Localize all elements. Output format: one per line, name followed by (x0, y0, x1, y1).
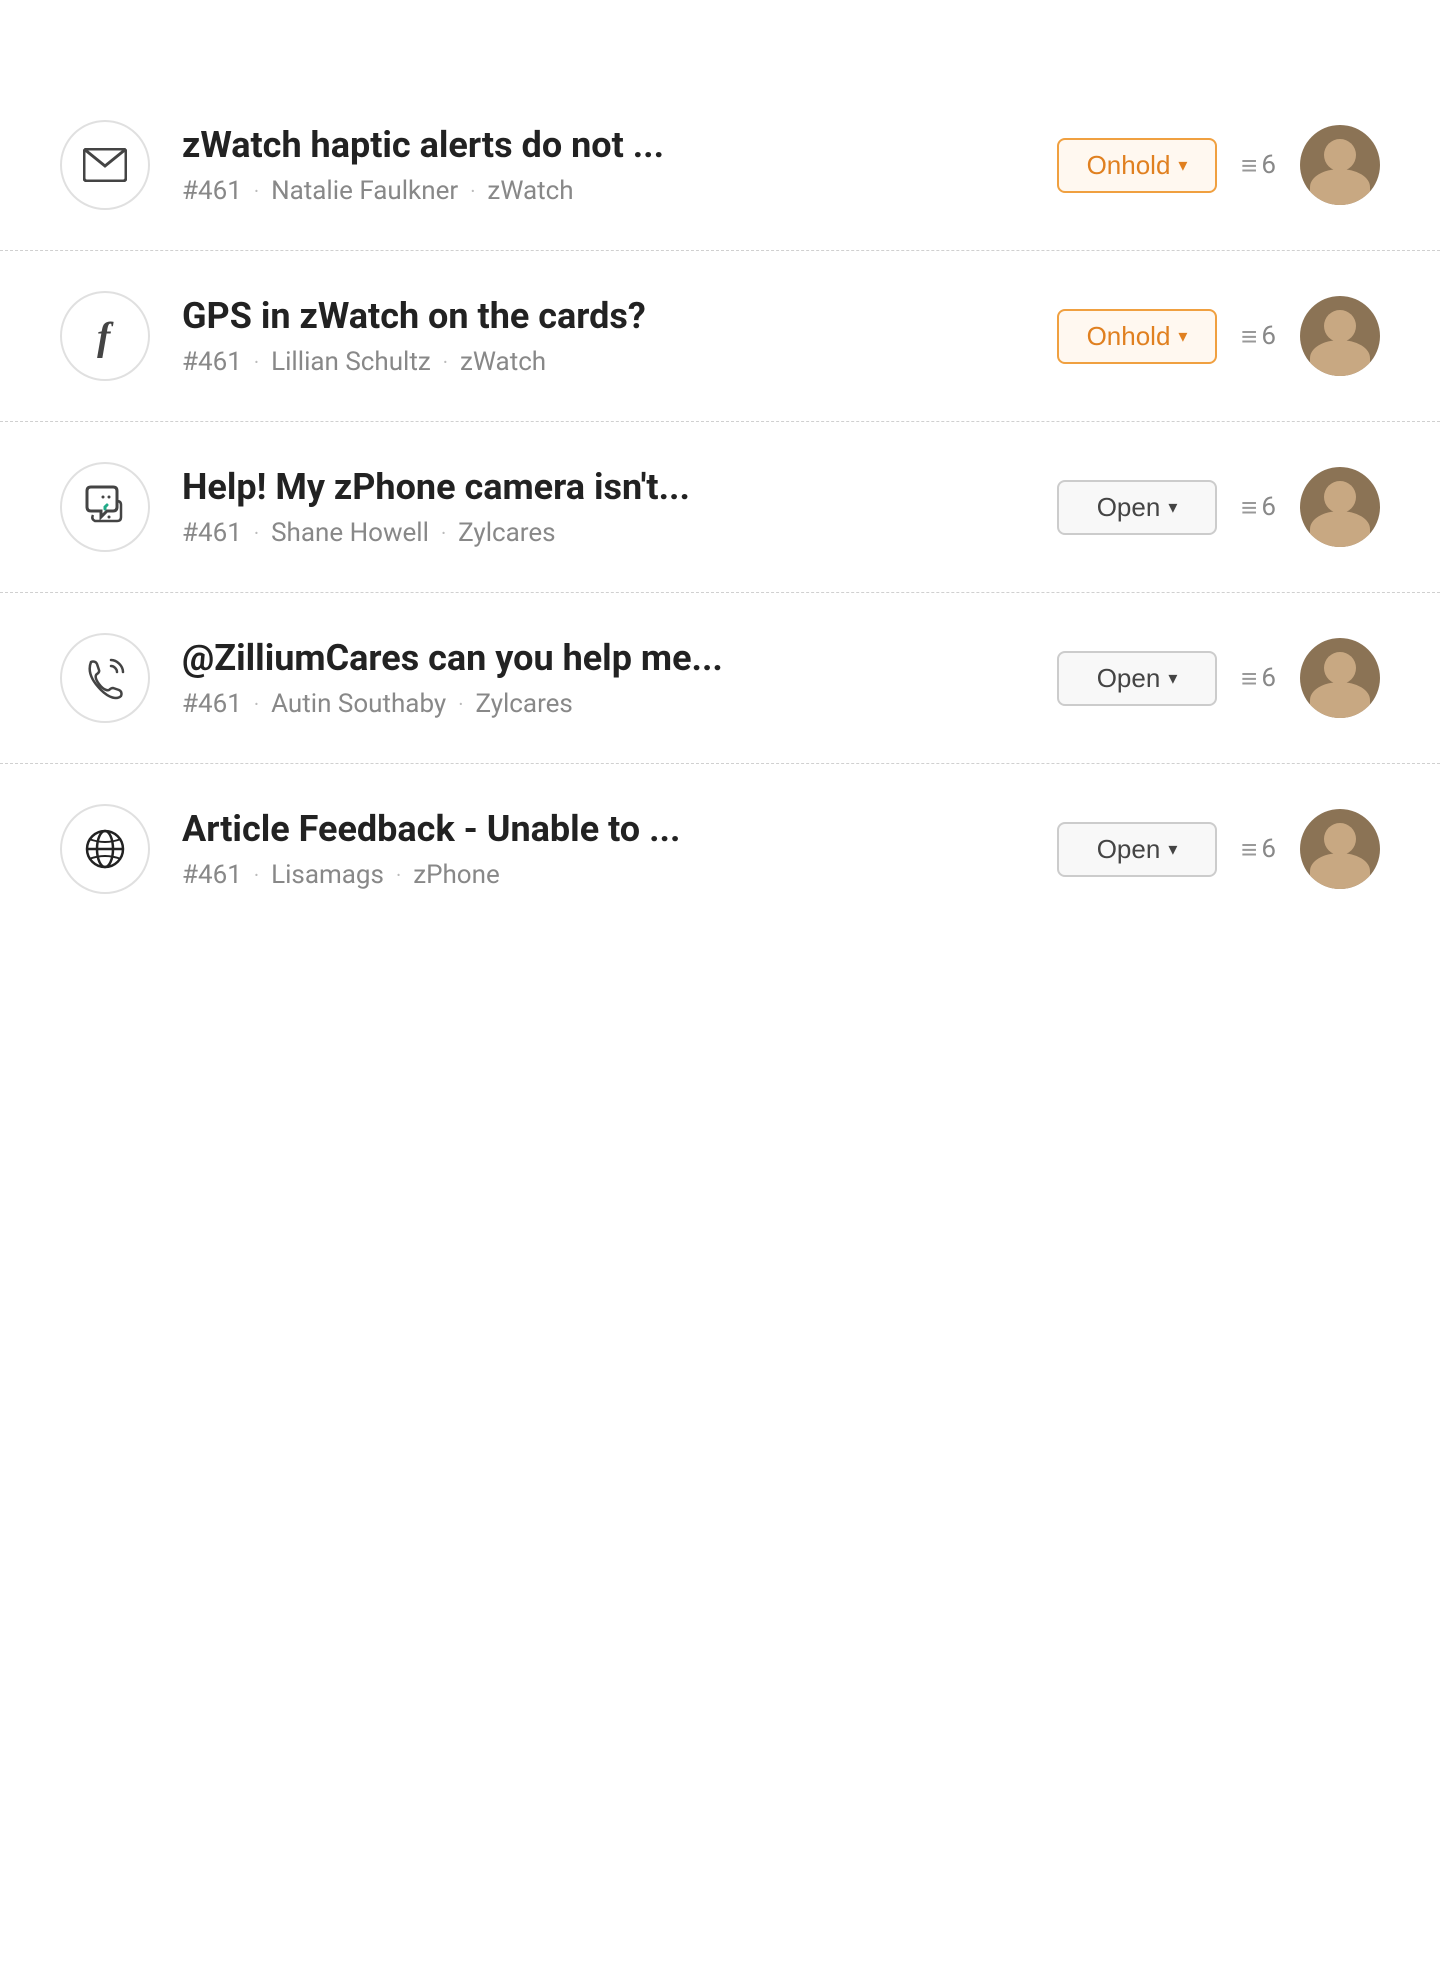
ticket-meta: #461 · Lillian Schultz · zWatch (182, 347, 1025, 377)
status-badge[interactable]: Open ▾ (1057, 822, 1217, 877)
dropdown-arrow-icon: ▾ (1178, 155, 1187, 176)
ticket-meta: #461 · Autin Southaby · Zylcares (182, 689, 1025, 719)
separator: · (254, 863, 259, 887)
ticket-title: @ZilliumCares can you help me... (182, 637, 1025, 679)
priority-indicator: ≡ 6 (1241, 662, 1276, 695)
avatar (1300, 467, 1380, 547)
ticket-contact: Autin Southaby (271, 689, 446, 719)
priority-lines-icon: ≡ (1241, 833, 1257, 866)
ticket-number: #461 (182, 689, 242, 719)
dropdown-arrow-icon: ▾ (1168, 497, 1177, 518)
status-label: Open (1097, 492, 1161, 523)
dropdown-arrow-icon: ▾ (1168, 668, 1177, 689)
ticket-actions: Open ▾ ≡ 6 (1057, 809, 1380, 889)
ticket-meta: #461 · Natalie Faulkner · zWatch (182, 176, 1025, 206)
ticket-actions: Open ▾ ≡ 6 (1057, 638, 1380, 718)
priority-count: 6 (1261, 150, 1276, 180)
ticket-content: zWatch haptic alerts do not ... #461 · N… (182, 124, 1025, 206)
facebook-icon: f (60, 291, 150, 381)
priority-count: 6 (1261, 321, 1276, 351)
separator: · (254, 179, 259, 203)
ticket-meta: #461 · Shane Howell · Zylcares (182, 518, 1025, 548)
avatar (1300, 125, 1380, 205)
separator: · (458, 692, 463, 716)
ticket-content: @ZilliumCares can you help me... #461 · … (182, 637, 1025, 719)
ticket-title: zWatch haptic alerts do not ... (182, 124, 1025, 166)
ticket-item[interactable]: Article Feedback - Unable to ... #461 · … (0, 764, 1440, 934)
priority-count: 6 (1261, 492, 1276, 522)
separator: · (441, 521, 446, 545)
ticket-number: #461 (182, 860, 242, 890)
dropdown-arrow-icon: ▾ (1178, 326, 1187, 347)
ticket-item[interactable]: @ZilliumCares can you help me... #461 · … (0, 593, 1440, 764)
ticket-contact: Lillian Schultz (271, 347, 431, 377)
status-label: Open (1097, 834, 1161, 865)
status-badge[interactable]: Open ▾ (1057, 480, 1217, 535)
status-label: Onhold (1087, 321, 1171, 352)
priority-lines-icon: ≡ (1241, 149, 1257, 182)
priority-indicator: ≡ 6 (1241, 320, 1276, 353)
ticket-actions: Onhold ▾ ≡ 6 (1057, 125, 1380, 205)
separator: · (254, 692, 259, 716)
separator: · (254, 521, 259, 545)
ticket-content: GPS in zWatch on the cards? #461 · Lilli… (182, 295, 1025, 377)
priority-count: 6 (1261, 663, 1276, 693)
separator: · (470, 179, 475, 203)
status-badge[interactable]: Onhold ▾ (1057, 309, 1217, 364)
email-icon (60, 120, 150, 210)
ticket-content: Article Feedback - Unable to ... #461 · … (182, 808, 1025, 890)
priority-indicator: ≡ 6 (1241, 149, 1276, 182)
priority-lines-icon: ≡ (1241, 320, 1257, 353)
status-badge[interactable]: Open ▾ (1057, 651, 1217, 706)
phone-icon (60, 633, 150, 723)
priority-lines-icon: ≡ (1241, 491, 1257, 524)
ticket-product: zWatch (487, 176, 573, 206)
priority-indicator: ≡ 6 (1241, 833, 1276, 866)
ticket-item[interactable]: zWatch haptic alerts do not ... #461 · N… (0, 80, 1440, 251)
ticket-meta: #461 · Lisamags · zPhone (182, 860, 1025, 890)
ticket-contact: Shane Howell (271, 518, 429, 548)
priority-lines-icon: ≡ (1241, 662, 1257, 695)
avatar (1300, 296, 1380, 376)
svg-text:f: f (97, 314, 114, 358)
ticket-contact: Lisamags (271, 860, 384, 890)
ticket-product: Zylcares (458, 518, 555, 548)
dropdown-arrow-icon: ▾ (1168, 839, 1177, 860)
ticket-product: zPhone (413, 860, 500, 890)
avatar (1300, 638, 1380, 718)
ticket-item[interactable]: f GPS in zWatch on the cards? #461 · Lil… (0, 251, 1440, 422)
ticket-title: GPS in zWatch on the cards? (182, 295, 1025, 337)
ticket-actions: Onhold ▾ ≡ 6 (1057, 296, 1380, 376)
ticket-number: #461 (182, 518, 242, 548)
ticket-item[interactable]: Help! My zPhone camera isn't... #461 · S… (0, 422, 1440, 593)
ticket-list: zWatch haptic alerts do not ... #461 · N… (0, 0, 1440, 1014)
chat-icon (60, 462, 150, 552)
ticket-product: Zylcares (475, 689, 572, 719)
status-label: Open (1097, 663, 1161, 694)
priority-count: 6 (1261, 834, 1276, 864)
ticket-contact: Natalie Faulkner (271, 176, 458, 206)
avatar (1300, 809, 1380, 889)
separator: · (254, 350, 259, 374)
ticket-title: Help! My zPhone camera isn't... (182, 466, 1025, 508)
status-label: Onhold (1087, 150, 1171, 181)
web-icon (60, 804, 150, 894)
ticket-number: #461 (182, 176, 242, 206)
ticket-content: Help! My zPhone camera isn't... #461 · S… (182, 466, 1025, 548)
priority-indicator: ≡ 6 (1241, 491, 1276, 524)
ticket-product: zWatch (460, 347, 546, 377)
status-badge[interactable]: Onhold ▾ (1057, 138, 1217, 193)
ticket-actions: Open ▾ ≡ 6 (1057, 467, 1380, 547)
ticket-number: #461 (182, 347, 242, 377)
separator: · (443, 350, 448, 374)
separator: · (396, 863, 401, 887)
ticket-title: Article Feedback - Unable to ... (182, 808, 1025, 850)
